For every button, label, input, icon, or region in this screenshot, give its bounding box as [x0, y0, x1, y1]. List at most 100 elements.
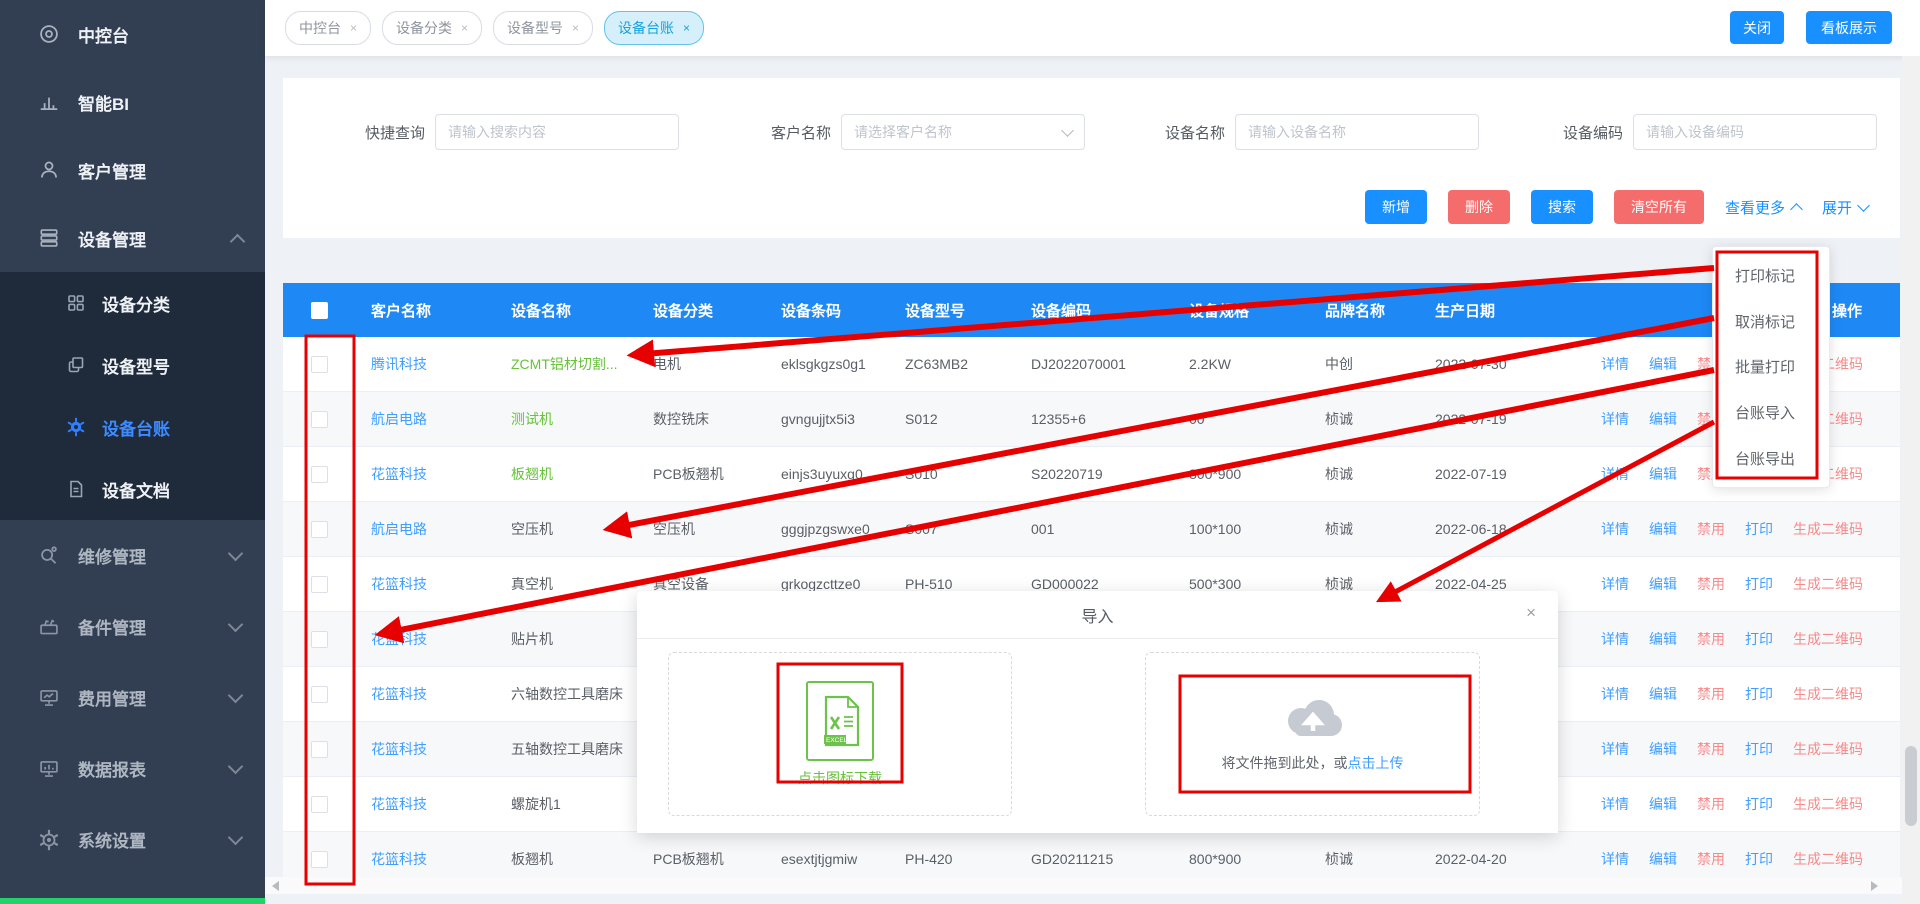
- vertical-scrollbar-thumb[interactable]: [1905, 746, 1917, 826]
- print-link[interactable]: 打印: [1745, 739, 1773, 759]
- customer-name-link[interactable]: 航启电路: [355, 519, 495, 539]
- expand-link[interactable]: 展开: [1822, 197, 1868, 218]
- disable-link[interactable]: 禁用: [1697, 519, 1725, 539]
- detail-link[interactable]: 详情: [1601, 409, 1629, 429]
- device-name-cell[interactable]: 五轴数控工具磨床: [495, 739, 637, 759]
- close-icon[interactable]: ×: [1526, 603, 1536, 623]
- sidebar-item-device-category[interactable]: 设备分类: [0, 272, 265, 334]
- generate-qrcode-link[interactable]: 生成二维码: [1793, 574, 1863, 594]
- row-checkbox[interactable]: [311, 411, 328, 428]
- close-icon[interactable]: ×: [572, 21, 579, 35]
- customer-name-link[interactable]: 花篮科技: [355, 574, 495, 594]
- sidebar-item-repair[interactable]: 维修管理: [0, 520, 265, 591]
- row-checkbox[interactable]: [311, 686, 328, 703]
- print-link[interactable]: 打印: [1745, 849, 1773, 869]
- detail-link[interactable]: 详情: [1601, 629, 1629, 649]
- device-name-cell[interactable]: ZCMT铝材切割...: [495, 354, 637, 374]
- disable-link[interactable]: 禁用: [1697, 849, 1725, 869]
- sidebar-item-device-model[interactable]: 设备型号: [0, 334, 265, 396]
- tab-device-category[interactable]: 设备分类 ×: [382, 11, 482, 45]
- detail-link[interactable]: 详情: [1601, 354, 1629, 374]
- device-name-input[interactable]: [1235, 114, 1479, 150]
- generate-qrcode-link[interactable]: 生成二维码: [1793, 794, 1863, 814]
- generate-qrcode-link[interactable]: 生成二维码: [1793, 519, 1863, 539]
- search-button[interactable]: 搜索: [1531, 190, 1593, 224]
- disable-link[interactable]: 禁用: [1697, 794, 1725, 814]
- device-name-cell[interactable]: 测试机: [495, 409, 637, 429]
- detail-link[interactable]: 详情: [1601, 519, 1629, 539]
- tab-device-ledger[interactable]: 设备台账 ×: [604, 11, 704, 45]
- edit-link[interactable]: 编辑: [1649, 684, 1677, 704]
- sidebar-item-customers[interactable]: 客户管理: [0, 136, 265, 204]
- download-hint[interactable]: 点击图标下载: [798, 768, 882, 788]
- edit-link[interactable]: 编辑: [1649, 739, 1677, 759]
- tab-console[interactable]: 中控台 ×: [285, 11, 371, 45]
- detail-link[interactable]: 详情: [1601, 849, 1629, 869]
- detail-link[interactable]: 详情: [1601, 574, 1629, 594]
- sidebar-item-bi[interactable]: 智能BI: [0, 68, 265, 136]
- sidebar-item-spareparts[interactable]: 备件管理: [0, 591, 265, 662]
- edit-link[interactable]: 编辑: [1649, 354, 1677, 374]
- generate-qrcode-link[interactable]: 生成二维码: [1793, 629, 1863, 649]
- delete-button[interactable]: 删除: [1448, 190, 1510, 224]
- board-display-button[interactable]: 看板展示: [1806, 11, 1892, 44]
- row-checkbox[interactable]: [311, 796, 328, 813]
- menu-item-batch-print[interactable]: 批量打印: [1713, 345, 1829, 389]
- excel-download-button[interactable]: EXCEL 点击图标下载: [798, 681, 882, 788]
- close-icon[interactable]: ×: [350, 21, 357, 35]
- sidebar-item-costs[interactable]: 费用管理: [0, 662, 265, 733]
- vertical-scrollbar[interactable]: [1902, 56, 1920, 904]
- disable-link[interactable]: 禁用: [1697, 739, 1725, 759]
- row-checkbox[interactable]: [311, 631, 328, 648]
- generate-qrcode-link[interactable]: 生成二维码: [1793, 684, 1863, 704]
- disable-link[interactable]: 禁用: [1697, 574, 1725, 594]
- row-checkbox[interactable]: [311, 741, 328, 758]
- customer-name-link[interactable]: 腾讯科技: [355, 354, 495, 374]
- quick-search-input[interactable]: [435, 114, 679, 150]
- detail-link[interactable]: 详情: [1601, 684, 1629, 704]
- horizontal-scrollbar[interactable]: [265, 877, 1902, 894]
- customer-name-link[interactable]: 花篮科技: [355, 464, 495, 484]
- generate-qrcode-link[interactable]: 生成二维码: [1793, 849, 1863, 869]
- close-button[interactable]: 关闭: [1730, 11, 1784, 44]
- view-more-link[interactable]: 查看更多: [1725, 197, 1801, 218]
- menu-item-ledger-export[interactable]: 台账导出: [1713, 436, 1829, 480]
- print-link[interactable]: 打印: [1745, 629, 1773, 649]
- clear-all-button[interactable]: 清空所有: [1614, 190, 1704, 224]
- edit-link[interactable]: 编辑: [1649, 794, 1677, 814]
- customer-name-link[interactable]: 花篮科技: [355, 849, 495, 869]
- sidebar-item-devices[interactable]: 设备管理: [0, 204, 265, 272]
- generate-qrcode-link[interactable]: 生成二维码: [1793, 739, 1863, 759]
- sidebar-item-device-docs[interactable]: 设备文档: [0, 458, 265, 520]
- edit-link[interactable]: 编辑: [1649, 519, 1677, 539]
- row-checkbox[interactable]: [311, 521, 328, 538]
- sidebar-item-console[interactable]: 中控台: [0, 0, 265, 68]
- disable-link[interactable]: 禁用: [1697, 684, 1725, 704]
- device-name-cell[interactable]: 板翘机: [495, 464, 637, 484]
- upload-drop-zone[interactable]: 将文件拖到此处，或点击上传: [1145, 652, 1480, 816]
- row-checkbox[interactable]: [311, 851, 328, 868]
- sidebar-item-device-ledger[interactable]: 设备台账: [0, 396, 265, 458]
- edit-link[interactable]: 编辑: [1649, 629, 1677, 649]
- device-name-cell[interactable]: 六轴数控工具磨床: [495, 684, 637, 704]
- detail-link[interactable]: 详情: [1601, 794, 1629, 814]
- customer-name-link[interactable]: 花篮科技: [355, 684, 495, 704]
- add-button[interactable]: 新增: [1365, 190, 1427, 224]
- close-icon[interactable]: ×: [461, 21, 468, 35]
- device-name-cell[interactable]: 真空机: [495, 574, 637, 594]
- scroll-left-arrow-icon[interactable]: [272, 881, 279, 891]
- print-link[interactable]: 打印: [1745, 794, 1773, 814]
- menu-item-cancel-mark[interactable]: 取消标记: [1713, 299, 1829, 343]
- customer-name-link[interactable]: 航启电路: [355, 409, 495, 429]
- customer-name-link[interactable]: 花篮科技: [355, 629, 495, 649]
- row-checkbox[interactable]: [311, 576, 328, 593]
- device-name-cell[interactable]: 螺旋机1: [495, 794, 637, 814]
- sidebar-item-reports[interactable]: 数据报表: [0, 733, 265, 804]
- row-checkbox[interactable]: [311, 466, 328, 483]
- select-all-checkbox[interactable]: [311, 302, 328, 319]
- customer-name-link[interactable]: 花篮科技: [355, 739, 495, 759]
- menu-item-ledger-import[interactable]: 台账导入: [1713, 391, 1829, 435]
- tab-device-model[interactable]: 设备型号 ×: [493, 11, 593, 45]
- row-checkbox[interactable]: [311, 356, 328, 373]
- detail-link[interactable]: 详情: [1601, 739, 1629, 759]
